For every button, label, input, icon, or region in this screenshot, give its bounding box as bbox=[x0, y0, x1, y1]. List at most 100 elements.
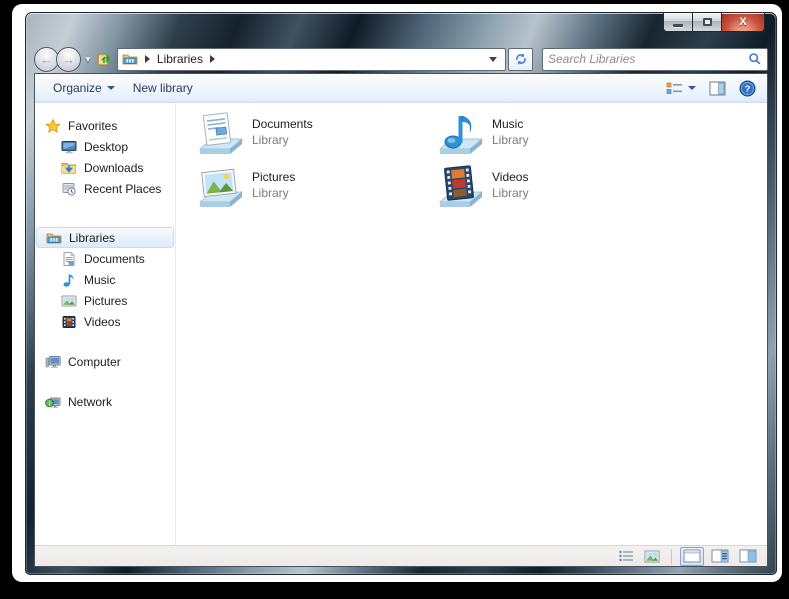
star-icon bbox=[45, 118, 61, 134]
picture-icon bbox=[61, 293, 77, 309]
restore-icon bbox=[703, 18, 712, 26]
svg-text:?: ? bbox=[745, 84, 751, 95]
title-bar[interactable]: X bbox=[26, 13, 776, 46]
tile-name: Music bbox=[492, 117, 529, 131]
breadcrumb-separator-icon[interactable] bbox=[145, 55, 150, 63]
forward-button[interactable]: → bbox=[56, 47, 81, 72]
downloads-icon bbox=[61, 160, 77, 176]
pane-details-icon bbox=[711, 549, 729, 563]
search-input[interactable] bbox=[548, 52, 748, 66]
address-bar[interactable]: Libraries bbox=[117, 48, 506, 71]
library-tile-videos[interactable]: Videos Library bbox=[434, 164, 674, 217]
network-icon bbox=[45, 394, 61, 410]
help-icon[interactable]: ? bbox=[739, 80, 756, 97]
tile-text: Documents Library bbox=[252, 111, 313, 147]
sidebar-item-documents[interactable]: Documents bbox=[35, 248, 175, 269]
sidebar-section-computer[interactable]: Computer bbox=[35, 351, 175, 372]
breadcrumb-expand-icon[interactable] bbox=[210, 55, 215, 63]
views-dropdown-icon bbox=[688, 86, 696, 90]
sidebar-label: Favorites bbox=[68, 119, 117, 133]
status-bar bbox=[35, 545, 767, 566]
chevron-down-icon bbox=[107, 86, 115, 90]
sidebar-item-videos[interactable]: Videos bbox=[35, 311, 175, 332]
refresh-button[interactable] bbox=[508, 48, 533, 71]
sidebar-label: Libraries bbox=[69, 231, 115, 245]
organize-button[interactable]: Organize bbox=[44, 77, 124, 99]
items-view[interactable]: Documents Library bbox=[176, 103, 767, 545]
search-box bbox=[542, 48, 768, 71]
documents-library-icon bbox=[194, 111, 244, 159]
sidebar-label: Documents bbox=[84, 252, 145, 266]
details-list-button[interactable] bbox=[615, 547, 637, 565]
explorer-window: X ← → ▼ Libraries bbox=[25, 12, 777, 575]
sidebar-label: Desktop bbox=[84, 140, 128, 154]
command-toolbar: Organize New library bbox=[35, 74, 767, 103]
sidebar-label: Recent Places bbox=[84, 182, 161, 196]
thumbnail-view-button[interactable] bbox=[641, 547, 663, 565]
library-tile-documents[interactable]: Documents Library bbox=[194, 111, 434, 164]
window-controls: X bbox=[663, 13, 765, 32]
sidebar-gap bbox=[35, 199, 175, 227]
sidebar-section-favorites[interactable]: Favorites bbox=[35, 115, 175, 136]
maximize-button[interactable] bbox=[693, 13, 721, 32]
tile-text: Videos Library bbox=[492, 164, 529, 200]
sidebar-section-libraries[interactable]: Libraries bbox=[36, 227, 174, 248]
tile-text: Music Library bbox=[492, 111, 529, 147]
up-folder-icon[interactable] bbox=[96, 51, 112, 67]
pictures-library-icon bbox=[194, 164, 244, 212]
tile-name: Documents bbox=[252, 117, 313, 131]
recent-places-icon bbox=[61, 181, 77, 197]
back-arrow-icon: ← bbox=[40, 53, 53, 66]
views-icon bbox=[666, 81, 683, 96]
layout-preview-button[interactable] bbox=[736, 547, 760, 566]
library-tile-music[interactable]: Music Library bbox=[434, 111, 674, 164]
library-tiles: Documents Library bbox=[194, 111, 767, 217]
sidebar-item-pictures[interactable]: Pictures bbox=[35, 290, 175, 311]
desktop-icon bbox=[61, 139, 77, 155]
preview-pane-icon[interactable] bbox=[709, 81, 726, 96]
main-area: Favorites Desktop bbox=[35, 103, 767, 545]
thumbnail-icon bbox=[644, 550, 660, 563]
tile-name: Pictures bbox=[252, 170, 295, 184]
minimize-icon bbox=[673, 24, 683, 27]
tile-type: Library bbox=[492, 186, 529, 200]
minimize-button[interactable] bbox=[663, 13, 693, 32]
library-tile-pictures[interactable]: Pictures Library bbox=[194, 164, 434, 217]
video-film-icon bbox=[61, 314, 77, 330]
sidebar-item-desktop[interactable]: Desktop bbox=[35, 136, 175, 157]
tile-text: Pictures Library bbox=[252, 164, 295, 200]
music-note-icon bbox=[61, 272, 77, 288]
sidebar-gap bbox=[35, 332, 175, 351]
music-library-icon bbox=[434, 111, 484, 159]
sidebar-item-recent-places[interactable]: Recent Places bbox=[35, 178, 175, 199]
new-library-button[interactable]: New library bbox=[124, 77, 202, 99]
address-history-dropdown-icon[interactable] bbox=[489, 57, 497, 62]
tile-type: Library bbox=[252, 186, 295, 200]
layout-details-button[interactable] bbox=[708, 547, 732, 566]
window-body: Organize New library bbox=[34, 73, 768, 567]
pane-simple-icon bbox=[683, 549, 701, 563]
close-icon: X bbox=[739, 16, 746, 28]
tile-type: Library bbox=[252, 133, 313, 147]
recent-pages-dropdown[interactable]: ▼ bbox=[84, 55, 92, 64]
sidebar-item-music[interactable]: Music bbox=[35, 269, 175, 290]
breadcrumb-item-libraries[interactable]: Libraries bbox=[157, 52, 203, 66]
new-library-label: New library bbox=[133, 81, 193, 95]
search-icon[interactable] bbox=[748, 52, 762, 66]
sidebar-gap bbox=[35, 372, 175, 391]
toolbar-right-group: ? bbox=[666, 80, 758, 97]
sidebar-item-downloads[interactable]: Downloads bbox=[35, 157, 175, 178]
libraries-folder-icon bbox=[122, 51, 138, 67]
layout-simple-button[interactable] bbox=[680, 547, 704, 566]
sidebar-label: Network bbox=[68, 395, 112, 409]
sidebar-label: Videos bbox=[84, 315, 120, 329]
organize-label: Organize bbox=[53, 81, 102, 95]
refresh-icon bbox=[514, 52, 528, 66]
libraries-folder-icon bbox=[46, 230, 62, 246]
sidebar-label: Computer bbox=[68, 355, 121, 369]
close-button[interactable]: X bbox=[721, 13, 765, 32]
details-list-icon bbox=[618, 549, 634, 563]
change-view-button[interactable] bbox=[666, 81, 696, 96]
tile-name: Videos bbox=[492, 170, 529, 184]
sidebar-section-network[interactable]: Network bbox=[35, 391, 175, 412]
